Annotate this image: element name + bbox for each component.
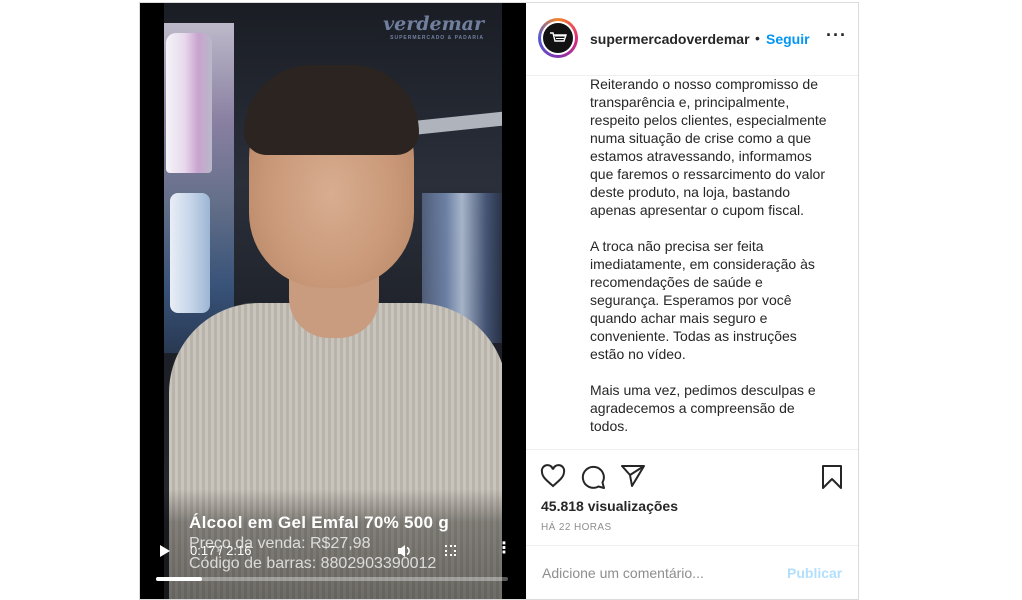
caption-paragraph: A troca não precisa ser feita imediatame… bbox=[590, 238, 815, 362]
avatar[interactable] bbox=[538, 18, 578, 58]
instagram-post: verdemar SUPERMERCADO & PADARIA Álcool e… bbox=[139, 2, 859, 600]
video-controls: 0:17 / 2:16 ⋮ bbox=[140, 541, 526, 571]
video-player[interactable]: verdemar SUPERMERCADO & PADARIA Álcool e… bbox=[140, 3, 526, 599]
video-progress-bar[interactable] bbox=[156, 577, 508, 581]
bookmark-icon[interactable] bbox=[820, 464, 844, 495]
person-hair bbox=[244, 65, 419, 155]
more-options-icon[interactable]: ··· bbox=[826, 25, 847, 46]
view-count[interactable]: 45.818 visualizações bbox=[541, 498, 678, 514]
comment-input[interactable] bbox=[540, 564, 774, 582]
caption-paragraph: Mais uma vez, pedimos desculpas e agrade… bbox=[590, 382, 816, 434]
volume-icon[interactable] bbox=[397, 543, 413, 562]
cart-logo-icon bbox=[543, 23, 573, 53]
follow-button[interactable]: Seguir bbox=[766, 31, 810, 47]
heart-icon[interactable] bbox=[540, 464, 566, 493]
detergent-bottle bbox=[170, 193, 210, 313]
publish-button[interactable]: Publicar bbox=[787, 565, 842, 581]
watermark-subtitle: SUPERMERCADO & PADARIA bbox=[390, 35, 484, 41]
post-caption: Reiterando o nosso compromisso de transp… bbox=[526, 75, 858, 449]
comment-bar: Publicar bbox=[526, 545, 858, 600]
fullscreen-icon[interactable] bbox=[445, 545, 456, 556]
watermark-brand: verdemar bbox=[383, 13, 484, 35]
post-header: supermercadoverdemar • Seguir ··· bbox=[526, 3, 858, 76]
detergent-bottle bbox=[166, 33, 212, 173]
username-link[interactable]: supermercadoverdemar bbox=[590, 31, 750, 47]
video-time: 0:17 / 2:16 bbox=[190, 543, 252, 558]
header-separator: • bbox=[755, 30, 760, 46]
video-more-options-icon[interactable]: ⋮ bbox=[496, 541, 512, 557]
post-timestamp[interactable]: HÁ 22 HORAS bbox=[541, 522, 612, 533]
play-icon[interactable] bbox=[160, 545, 170, 557]
post-sidebar: supermercadoverdemar • Seguir ··· Reiter… bbox=[526, 3, 858, 599]
verdemar-watermark-logo: verdemar SUPERMERCADO & PADARIA bbox=[383, 13, 484, 41]
avatar-ring-gap bbox=[541, 21, 575, 55]
caption-paragraph: Reiterando o nosso compromisso de transp… bbox=[590, 76, 827, 218]
post-actions: 45.818 visualizações HÁ 22 HORAS Publica… bbox=[526, 449, 858, 600]
comment-icon[interactable] bbox=[580, 464, 606, 495]
share-icon[interactable] bbox=[620, 464, 646, 493]
product-title: Álcool em Gel Emfal 70% 500 g bbox=[189, 513, 450, 532]
video-progress-fill bbox=[156, 577, 202, 581]
